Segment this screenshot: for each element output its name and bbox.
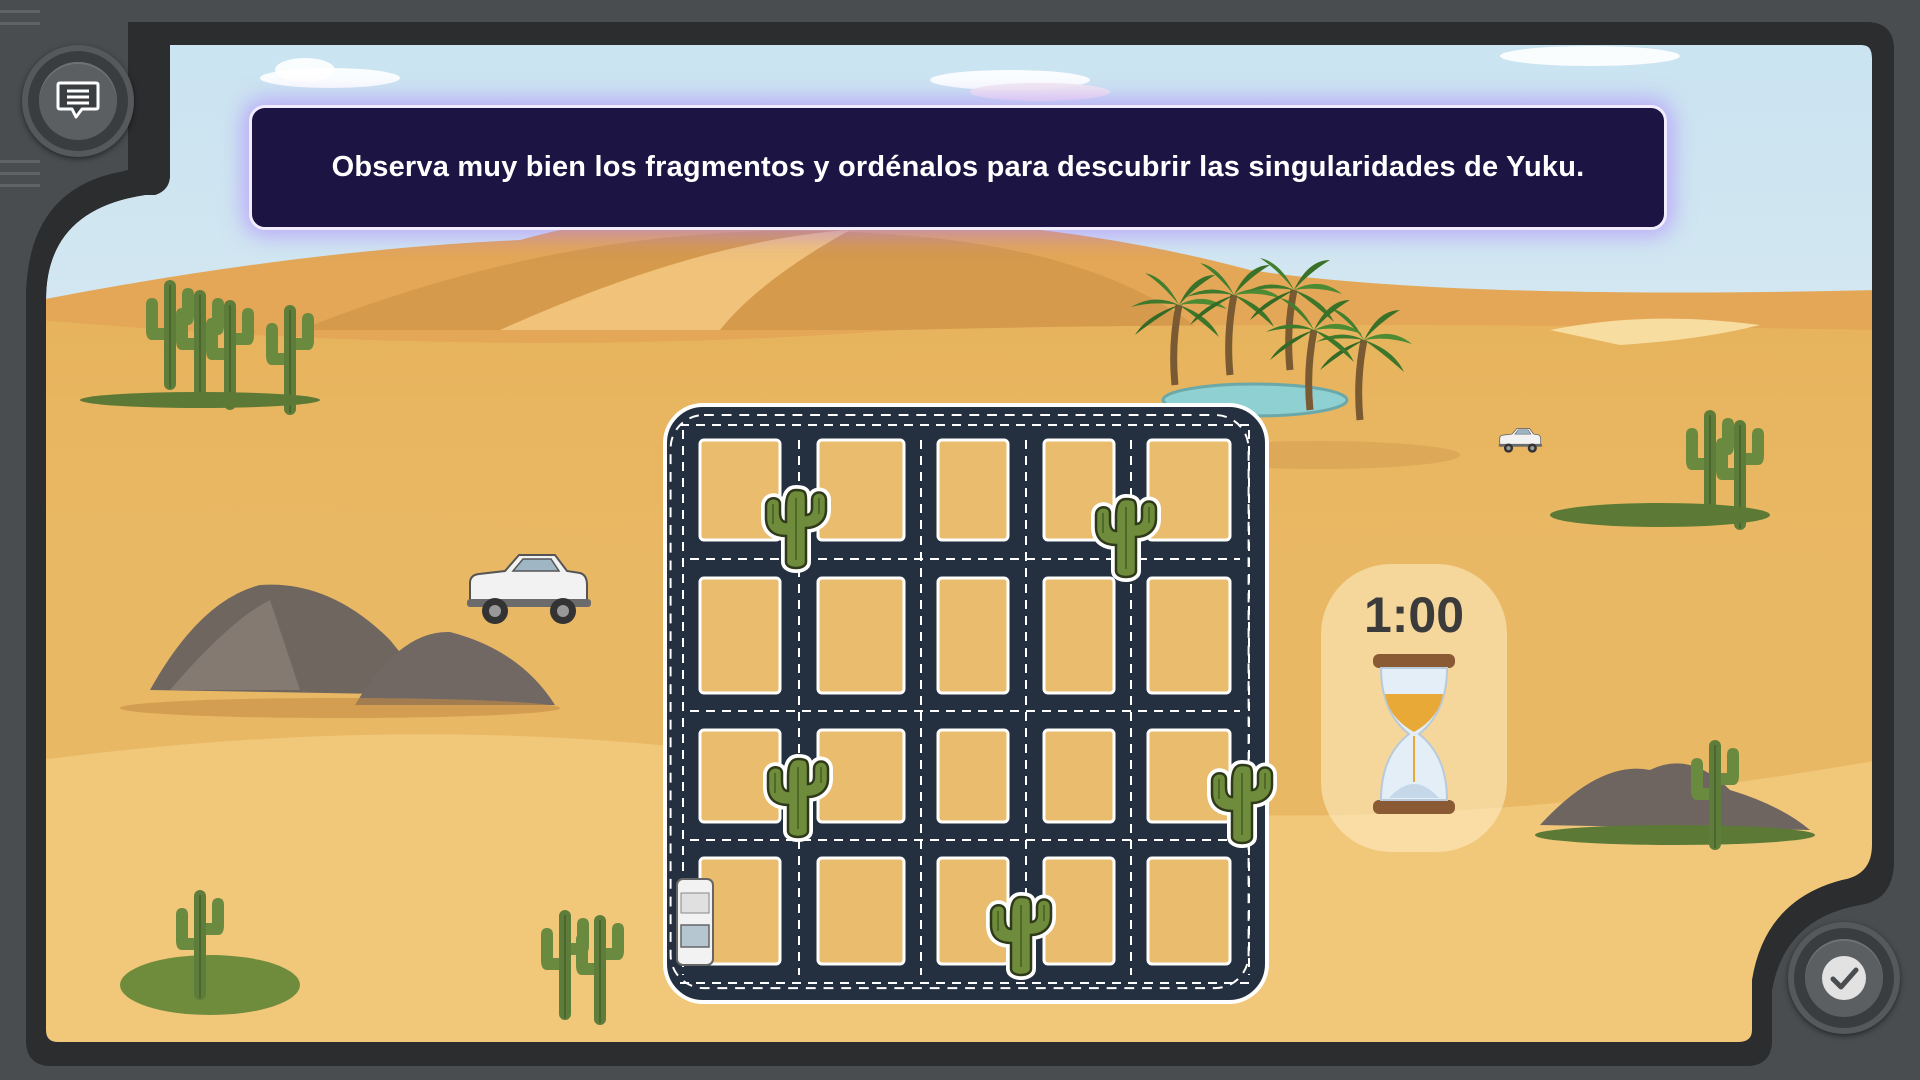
- checkmark-icon: [1822, 956, 1866, 1000]
- instruction-text: Observa muy bien los fragmentos y ordéna…: [331, 151, 1585, 183]
- player-car[interactable]: [676, 878, 714, 966]
- chat-bubble-icon: [56, 81, 100, 119]
- timer-display: 1:00: [1363, 587, 1465, 643]
- timer-panel: 1:00: [1321, 564, 1507, 852]
- hourglass-icon: [1373, 654, 1455, 814]
- chat-button[interactable]: [22, 45, 134, 157]
- road-grid-board: [663, 403, 1272, 1004]
- instruction-banner: Observa muy bien los fragmentos y ordéna…: [249, 105, 1667, 230]
- check-button[interactable]: [1788, 922, 1900, 1034]
